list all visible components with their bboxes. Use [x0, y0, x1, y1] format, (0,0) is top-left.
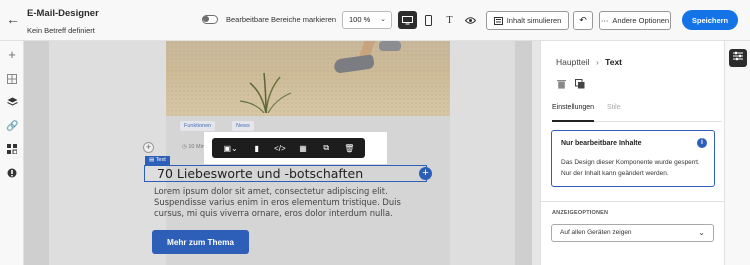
text-view-icon[interactable]: T	[440, 11, 459, 29]
text-component-icon: ▤	[149, 157, 155, 163]
sliders-icon[interactable]	[729, 49, 747, 67]
editor-canvas: Funktionen News ◷ 10 Min. ▣⌄ ▮ </> ▦ ⧉ 🗑…	[24, 41, 540, 265]
info-icon: i	[697, 138, 707, 148]
email-subject: Kein Betreff definiert	[27, 26, 95, 35]
chevron-down-icon: ⌄	[698, 228, 705, 237]
category-chip[interactable]: News	[232, 121, 254, 131]
more-dots-icon: ⋯	[600, 16, 609, 25]
breadcrumb: Hauptteil › Text	[556, 57, 622, 67]
highlight-editable-toggle[interactable]	[202, 15, 218, 24]
zoom-select[interactable]: 100 % ⌄	[342, 11, 392, 29]
display-options-value: Auf allen Geräten zeigen	[560, 229, 632, 236]
simulate-icon	[493, 16, 503, 25]
layers-icon[interactable]	[6, 97, 18, 109]
chevron-right-icon: ›	[595, 57, 599, 67]
app-title: E-Mail-Designer	[27, 8, 99, 19]
breadcrumb-current: Text	[605, 57, 623, 67]
email-heading[interactable]: 70 Liebesworte und -botschaften	[157, 166, 363, 181]
add-component-plus-icon[interactable]: +	[419, 167, 432, 180]
plus-icon[interactable]: +	[6, 48, 18, 61]
notice-title: Nur bearbeitbare Inhalte	[561, 140, 642, 147]
highlight-editable-label: Bearbeitbare Bereiche markieren	[226, 15, 337, 24]
active-tab-indicator	[552, 120, 594, 122]
preview-eye-icon[interactable]	[461, 11, 480, 29]
add-component-icon[interactable]: +	[143, 142, 154, 153]
properties-panel: Hauptteil › Text Einstellungen Stile Nur…	[540, 41, 725, 265]
grass-illustration	[239, 72, 292, 113]
display-options-label: ANZEIGEOPTIONEN	[552, 210, 609, 216]
locked-content-notice: Nur bearbeitbare Inhalte i Das Design di…	[551, 130, 715, 187]
structure-icon[interactable]	[6, 74, 18, 86]
grid-icon[interactable]: ▦	[296, 144, 310, 153]
image-options-icon[interactable]: ▣⌄	[221, 144, 241, 153]
cta-button[interactable]: Mehr zum Thema	[152, 230, 249, 254]
desktop-view-icon[interactable]	[398, 11, 417, 29]
category-chip[interactable]: Funktionen	[180, 121, 216, 131]
code-icon[interactable]: </>	[273, 144, 287, 153]
component-toolbar: ▣⌄ ▮ </> ▦ ⧉ 🗑	[204, 132, 387, 164]
left-tool-rail: + 🔗	[0, 41, 24, 265]
reading-time: ◷ 10 Min.	[182, 144, 206, 150]
undo-button[interactable]: ↶	[573, 11, 593, 30]
tab-settings[interactable]: Einstellungen	[552, 104, 594, 111]
personalization-icon[interactable]	[6, 168, 18, 180]
tab-styles[interactable]: Stile	[607, 104, 621, 111]
section-divider	[541, 201, 725, 202]
component-toolbar-bar: ▣⌄ ▮ </> ▦ ⧉ 🗑	[212, 138, 365, 158]
hero-image[interactable]	[166, 41, 450, 116]
selection-tag: ▤ Text	[145, 156, 170, 165]
duplicate-icon[interactable]: ⧉	[319, 143, 333, 153]
more-options-label: Andere Optionen	[612, 16, 670, 25]
link-icon[interactable]: 🔗	[6, 121, 18, 133]
back-arrow-icon[interactable]: ←	[6, 12, 20, 26]
more-options-button[interactable]: ⋯ Andere Optionen	[599, 11, 671, 30]
fragments-icon[interactable]	[6, 144, 18, 156]
delete-icon[interactable]	[555, 79, 567, 91]
chevron-down-icon: ⌄	[380, 16, 386, 23]
delete-icon[interactable]: 🗑	[342, 144, 356, 153]
app-header: ← E-Mail-Designer Kein Betreff definiert…	[0, 0, 750, 41]
personalize-icon[interactable]: ▮	[250, 144, 264, 153]
simulate-content-button[interactable]: Inhalt simulieren	[486, 11, 569, 30]
mobile-view-icon[interactable]	[419, 11, 438, 29]
undo-icon: ↶	[579, 15, 587, 25]
panel-tabs: Einstellungen Stile	[552, 102, 722, 122]
device-preview-group: T	[398, 11, 482, 29]
display-options-select[interactable]: Auf allen Geräten zeigen ⌄	[551, 224, 714, 242]
email-body-text[interactable]: Lorem ipsum dolor sit amet, consectetur …	[154, 186, 424, 219]
zoom-value: 100 %	[349, 15, 371, 24]
save-button[interactable]: Speichern	[682, 10, 738, 30]
notice-text: Das Design dieser Komponente wurde gespe…	[561, 159, 700, 177]
duplicate-icon[interactable]	[574, 79, 586, 91]
canvas-scrollbar[interactable]	[532, 41, 540, 265]
simulate-content-label: Inhalt simulieren	[506, 16, 562, 25]
selection-tag-label: Text	[155, 157, 166, 163]
right-tool-rail	[724, 41, 750, 265]
breadcrumb-parent[interactable]: Hauptteil	[556, 57, 590, 67]
clock-icon: ◷	[182, 144, 187, 150]
